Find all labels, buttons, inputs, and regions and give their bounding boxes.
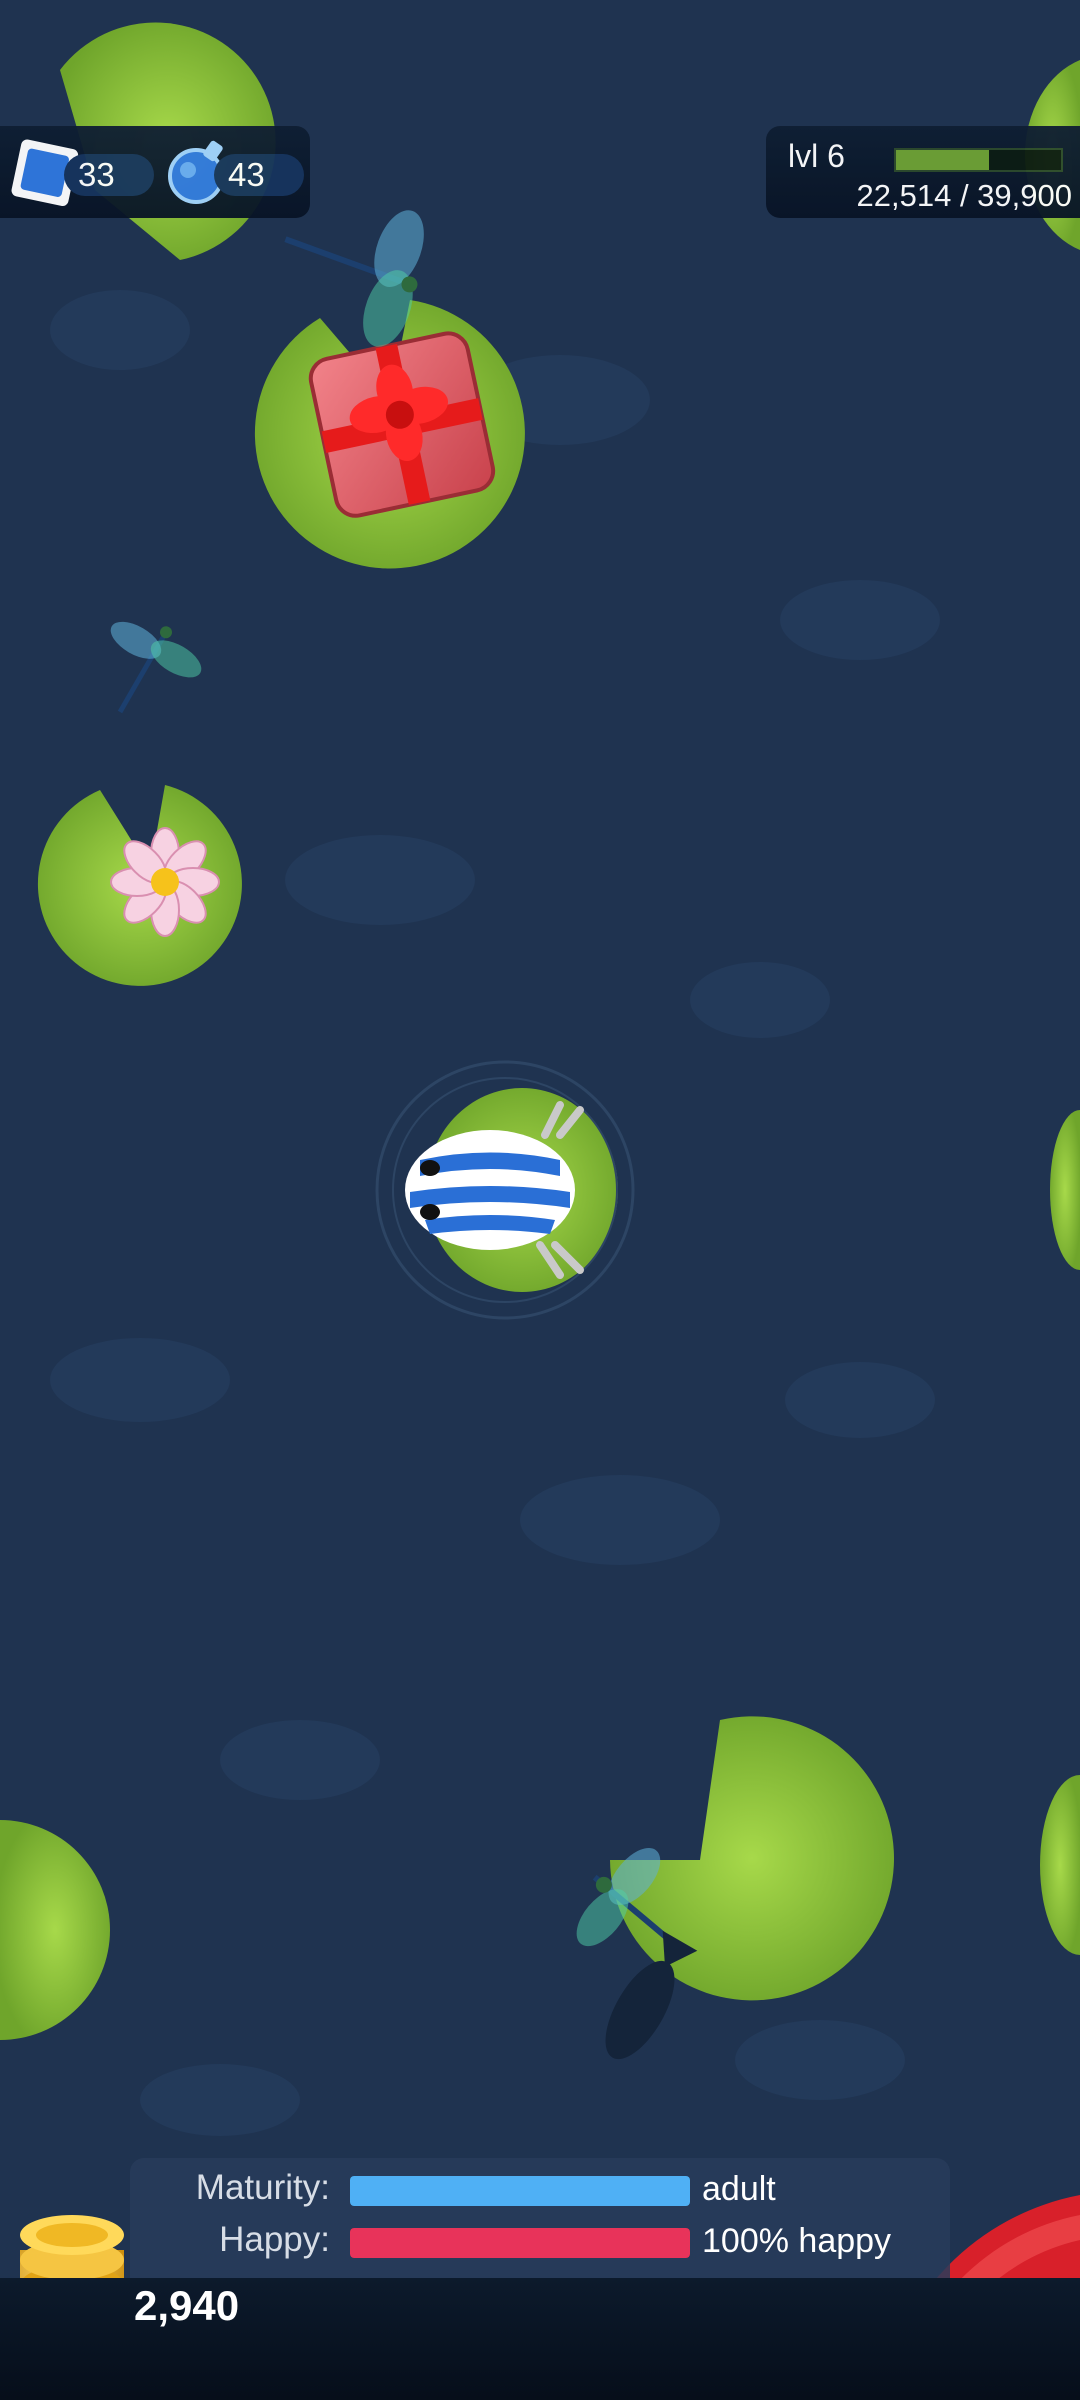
potions-count: 43 [228,156,265,193]
maturity-value: adult [702,2170,776,2208]
coin-count[interactable]: 2,940 [134,2282,239,2330]
happy-bar-fill [350,2228,690,2258]
xp-text: 22,514 / 39,900 [856,178,1072,213]
stats-panel: Maturity: adult Happy: 100% happy [130,2158,950,2278]
happy-bar [350,2228,690,2258]
potions-counter[interactable]: 43 [214,154,304,196]
gift-box-icon [308,331,496,518]
stamps-counter[interactable]: 33 [64,154,154,196]
xp-progress-fill [896,150,990,170]
level-hud[interactable]: lvl 6 22,514 / 39,900 [766,126,1080,218]
lotus-flower-icon [110,827,220,937]
pond-scene [0,0,1080,2400]
level-label: lvl 6 [788,138,845,174]
currency-hud: 33 43 [0,126,310,218]
maturity-label: Maturity: [195,2168,330,2207]
happy-label: Happy: [219,2220,330,2259]
happy-value: 100% happy [702,2222,892,2260]
xp-progress-bar [894,148,1063,172]
maturity-bar [350,2176,690,2206]
stamps-count: 33 [78,156,115,193]
maturity-bar-fill [350,2176,690,2206]
